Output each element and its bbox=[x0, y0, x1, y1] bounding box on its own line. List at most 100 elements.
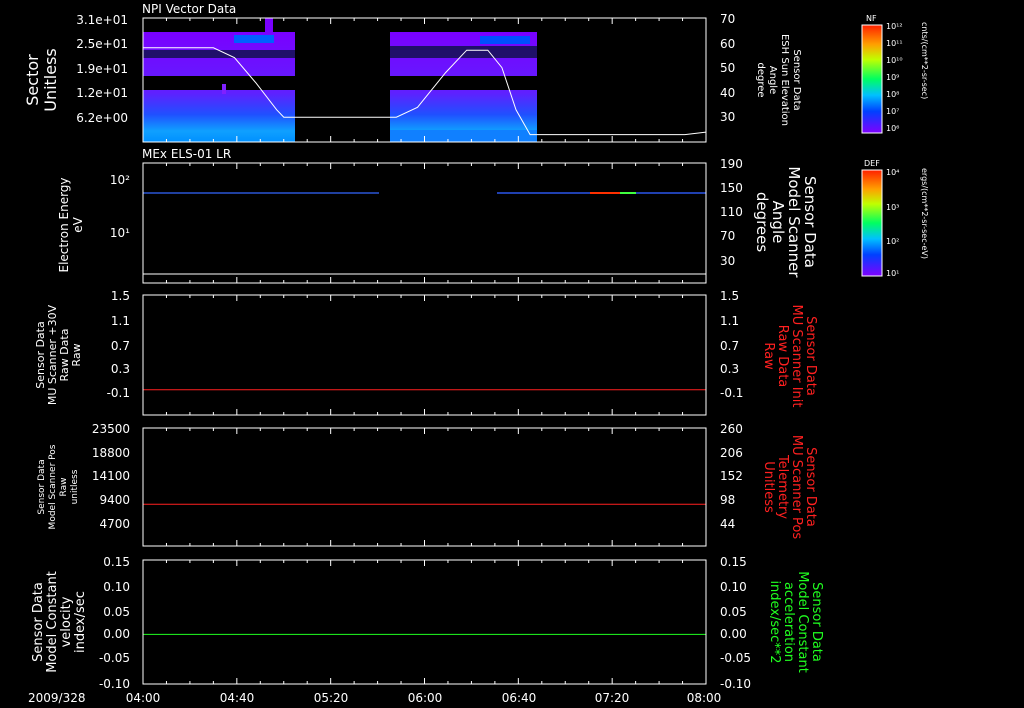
axis-title-line: MU Scanner Pos bbox=[789, 435, 804, 540]
tick-label: 18800 bbox=[92, 446, 130, 460]
x-tick-label: 04:00 bbox=[126, 691, 161, 705]
scanner30v-frame bbox=[142, 294, 707, 416]
axis-title-line: index/sec**2 bbox=[767, 580, 782, 663]
velocity-frame bbox=[142, 559, 707, 685]
npi-heatmap-cell bbox=[222, 84, 226, 94]
els-title: MEx ELS-01 LR bbox=[142, 147, 231, 161]
tick-label: 40 bbox=[720, 86, 735, 100]
colorbar-gradient bbox=[861, 24, 883, 134]
axis-title-line: Raw bbox=[761, 342, 776, 370]
els-band-warm bbox=[620, 192, 636, 194]
left-axis-titles: Sector Unitless Electron Energy eV Senso… bbox=[23, 48, 88, 673]
tick-label: 70 bbox=[720, 229, 735, 243]
axis-title-line: MU Scanner Init bbox=[789, 305, 804, 408]
x-tick-label: 06:40 bbox=[502, 691, 537, 705]
els-frame bbox=[142, 162, 707, 284]
colorbar-tick: 10⁶ bbox=[886, 124, 899, 133]
axis-title-line: Model Constant bbox=[45, 571, 60, 673]
axis-title-line: Raw bbox=[70, 343, 83, 366]
els-band-hot bbox=[590, 192, 620, 194]
tick-label: -0.1 bbox=[720, 386, 743, 400]
axis-title-line: degree bbox=[755, 62, 766, 97]
axis-title-line: Model Scanner Pos bbox=[48, 444, 58, 529]
tick-label: 3.1e+01 bbox=[76, 13, 128, 27]
colorbar-ticks: 10⁴ 10³ 10² 10¹ bbox=[886, 168, 899, 278]
colorbar-tick: 10⁸ bbox=[886, 90, 899, 99]
tick-label: 150 bbox=[720, 181, 743, 195]
npi-heatmap-gap bbox=[390, 46, 537, 58]
axis-title-line: Electron Energy bbox=[57, 177, 71, 272]
axis-title-line: Sensor Data bbox=[791, 49, 802, 110]
els-heatmap bbox=[143, 192, 706, 194]
npi-heatmap-cell bbox=[265, 18, 273, 32]
colorbar-tick: 10³ bbox=[886, 203, 899, 212]
tick-label: 206 bbox=[720, 446, 743, 460]
colorbar-tick: 10¹¹ bbox=[886, 39, 903, 48]
tick-label: 0.7 bbox=[111, 339, 130, 353]
colorbar-tick: 10¹⁰ bbox=[886, 56, 903, 65]
npi-heatmap-gap bbox=[143, 50, 295, 58]
colorbar-ticks: 10¹² 10¹¹ 10¹⁰ 10⁹ 10⁸ 10⁷ 10⁶ bbox=[886, 22, 903, 133]
axis-title-line: Angle bbox=[767, 66, 778, 94]
tick-label: 0.15 bbox=[103, 555, 130, 569]
axis-title-line: Model Constant bbox=[795, 571, 810, 673]
plot-canvas: NPI Vector Data MEx ELS-01 LR 3.1e+01 2.… bbox=[23, 2, 929, 705]
x-tick-label: 07:20 bbox=[595, 691, 630, 705]
colorbar-unit: ergs/(cm**2-sr-sec-eV) bbox=[920, 168, 929, 259]
tick-label: 14100 bbox=[92, 469, 130, 483]
tick-label: 0.00 bbox=[103, 627, 130, 641]
tick-label: 1.5 bbox=[111, 289, 130, 303]
colorbar-unit: cnts/(cm**2-sr-sec) bbox=[920, 22, 929, 99]
tick-label: 190 bbox=[720, 157, 743, 171]
npi-heatmap-cell bbox=[234, 35, 274, 43]
axis-title-line: Sensor Data bbox=[803, 447, 818, 527]
tick-label: 98 bbox=[720, 493, 735, 507]
npi-heatmap bbox=[143, 18, 537, 142]
tick-label: 6.2e+00 bbox=[76, 111, 128, 125]
tick-label: 0.00 bbox=[720, 627, 747, 641]
colorbar-header: NF bbox=[866, 14, 877, 23]
axis-title-line: unitless bbox=[70, 469, 80, 504]
tick-label: 0.05 bbox=[103, 605, 130, 619]
x-tick-labels: 04:00 04:40 05:20 06:00 06:40 07:20 08:0… bbox=[126, 691, 722, 705]
axis-title-line: Sensor Data bbox=[809, 582, 824, 662]
x-tick-label: 05:20 bbox=[314, 691, 349, 705]
tick-label: 10² bbox=[110, 173, 130, 187]
npi-heatmap-gap bbox=[143, 76, 295, 90]
axis-title-line: Sensor Data bbox=[31, 582, 46, 662]
colorbar-tick: 10⁴ bbox=[886, 168, 899, 177]
npi-colorbar: NF 10¹² 10¹¹ 10¹⁰ 10⁹ 10⁸ 10⁷ 10⁶ cnts/(… bbox=[861, 14, 929, 134]
tick-label: 0.05 bbox=[720, 605, 747, 619]
axis-title-line: index/sec bbox=[73, 591, 88, 653]
tick-label: -0.1 bbox=[107, 386, 130, 400]
tick-label: 60 bbox=[720, 37, 735, 51]
tick-label: -0.05 bbox=[99, 651, 130, 665]
scannerpos-frame bbox=[142, 427, 707, 547]
tick-label: 1.5 bbox=[720, 289, 739, 303]
axis-title-line: degrees bbox=[753, 192, 771, 253]
right-tick-labels: 70 60 50 40 30 190 150 110 70 30 1.5 1.1… bbox=[720, 12, 751, 691]
tick-label: -0.05 bbox=[720, 651, 751, 665]
npi-title: NPI Vector Data bbox=[142, 2, 236, 16]
right-axis-titles: Sensor Data ESH Sun Elevation Angle degr… bbox=[753, 34, 824, 673]
els-band bbox=[143, 192, 379, 194]
colorbar-tick: 10¹² bbox=[886, 22, 903, 31]
axis-title-line: Sensor Data bbox=[37, 459, 47, 514]
colorbar-header: DEF bbox=[864, 159, 880, 168]
tick-label: 0.7 bbox=[720, 339, 739, 353]
axis-title-line: velocity bbox=[59, 596, 74, 647]
colorbar-tick: 10⁹ bbox=[886, 73, 899, 82]
tick-label: 110 bbox=[720, 205, 743, 219]
scannerpos-panel bbox=[142, 427, 707, 547]
axis-title-line: Sector bbox=[23, 54, 42, 106]
date-label: 2009/328 bbox=[28, 691, 86, 705]
els-colorbar: DEF 10⁴ 10³ 10² 10¹ ergs/(cm**2-sr-sec-e… bbox=[861, 159, 929, 278]
tick-label: 1.1 bbox=[111, 314, 130, 328]
axis-title-line: acceleration bbox=[781, 582, 796, 662]
tick-label: 70 bbox=[720, 12, 735, 26]
tick-label: 1.9e+01 bbox=[76, 62, 128, 76]
axis-title-line: Unitless bbox=[761, 461, 776, 513]
tick-label: 0.3 bbox=[720, 362, 739, 376]
axis-title-line: eV bbox=[71, 216, 85, 232]
tick-label: 23500 bbox=[92, 422, 130, 436]
